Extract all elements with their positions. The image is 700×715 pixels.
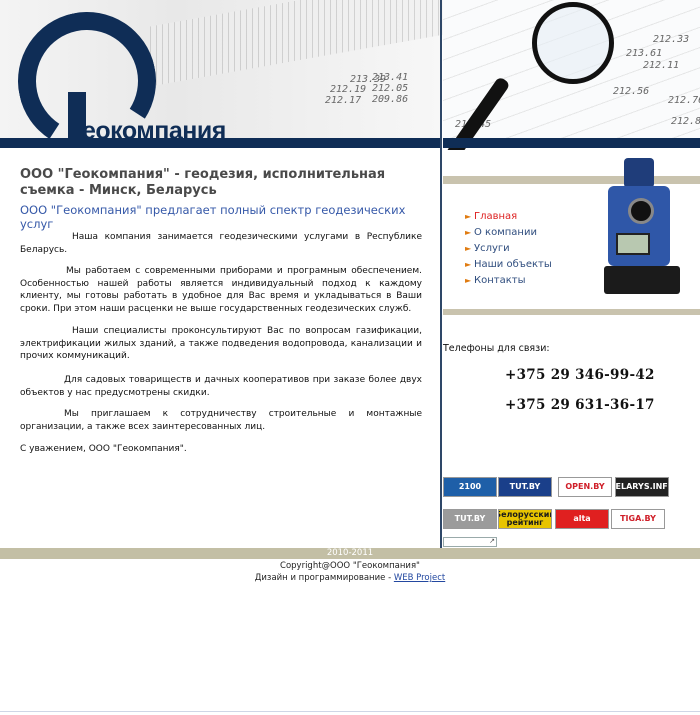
banner-belarys[interactable]: BELARYS.INFO — [615, 477, 669, 497]
nav-item-contacts[interactable]: ► Контакты — [465, 272, 552, 288]
footer-years: 2010-2011 — [326, 548, 374, 558]
station-lens — [628, 198, 654, 224]
bullet-icon: ► — [465, 227, 472, 237]
paragraph: Наша компания занимается геодезическими … — [20, 232, 422, 255]
paragraph: Мы работаем с современными приборами и п… — [20, 266, 422, 314]
main-content: ООО "Геокомпания" - геодезия, исполнител… — [0, 150, 440, 548]
banner-belarus-rating[interactable]: Белорусский рейтинг — [498, 509, 552, 529]
bottom-line — [0, 711, 700, 712]
nav-link[interactable]: Наши объекты — [474, 259, 552, 270]
nav-link[interactable]: Главная — [474, 211, 517, 222]
banner-tigaby[interactable]: TIGA.BY — [611, 509, 665, 529]
header: 213.39 213.41 212.19 212.05 212.17 209.8… — [0, 0, 700, 150]
banner-openby[interactable]: OPEN.BY — [558, 477, 612, 497]
station-handle — [624, 158, 654, 188]
bullet-icon: ► — [465, 275, 472, 285]
magnifier-icon — [532, 2, 614, 84]
nav-link[interactable]: О компании — [474, 227, 537, 238]
page-title: ООО "Геокомпания" - геодезия, исполнител… — [20, 167, 386, 198]
survey-number: 212.76 — [668, 95, 700, 106]
paragraph: Мы приглашаем к сотрудничеству строитель… — [20, 409, 422, 432]
station-base — [604, 266, 680, 294]
column-divider — [440, 0, 442, 548]
credits-text: Дизайн и программирование - WEB Project — [0, 573, 700, 583]
phones-label: Телефоны для связи: — [443, 343, 550, 354]
survey-number: 212.86 — [671, 116, 700, 127]
phone-number: +375 29 631-36-17 — [505, 397, 655, 413]
page-subtitle: ООО "Геокомпания" предлагает полный спек… — [20, 203, 406, 231]
nav-link[interactable]: Услуги — [474, 243, 510, 254]
bullet-icon: ► — [465, 211, 472, 221]
survey-number: 213.41 — [372, 72, 409, 83]
survey-number: 212.19 — [330, 84, 367, 95]
survey-number: 212.05 — [372, 83, 409, 94]
nav-item-objects[interactable]: ► Наши объекты — [465, 256, 552, 272]
web-project-link[interactable]: WEB Project — [394, 573, 445, 583]
banner-tutby[interactable]: TUT.BY — [498, 477, 552, 497]
counter-widget[interactable]: ↗ — [443, 537, 497, 547]
paragraph: Для садовых товариществ и дачных коопера… — [20, 375, 422, 398]
sidebar-bottom-bar — [443, 309, 700, 315]
nav-item-home[interactable]: ► Главная — [465, 208, 552, 224]
banner-alta[interactable]: alta — [555, 509, 609, 529]
survey-number: 212.56 — [613, 86, 650, 97]
survey-number: 212.17 — [325, 95, 362, 106]
paragraph: Наши специалисты проконсультируют Вас по… — [20, 326, 422, 361]
station-screen — [616, 233, 650, 255]
survey-number: 209.86 — [372, 94, 409, 105]
nav-item-about[interactable]: ► О компании — [465, 224, 552, 240]
phone-number: +375 29 346-99-42 — [505, 367, 655, 383]
bullet-icon: ► — [465, 243, 472, 253]
nav-link[interactable]: Контакты — [474, 275, 525, 286]
survey-number: 212.11 — [643, 60, 680, 71]
copyright-text: Copyright@ООО "Геокомпания" — [280, 561, 420, 571]
survey-number: 212.33 — [653, 34, 690, 45]
header-band — [0, 138, 440, 148]
banner-akavita[interactable]: 2100 — [443, 477, 497, 497]
total-station-icon — [598, 158, 694, 306]
credits-prefix: Дизайн и программирование - — [254, 573, 394, 583]
header-band-right — [443, 138, 700, 148]
bullet-icon: ► — [465, 259, 472, 269]
banner-tutby-rating[interactable]: TUT.BY — [443, 509, 497, 529]
main-nav: ► Главная ► О компании ► Услуги ► Наши объек… — [465, 208, 552, 288]
arrow-icon: ↗ — [489, 537, 495, 545]
survey-number: 213.61 — [626, 48, 663, 59]
paragraph: С уважением, ООО "Геокомпания". — [20, 444, 187, 454]
nav-item-services[interactable]: ► Услуги — [465, 240, 552, 256]
